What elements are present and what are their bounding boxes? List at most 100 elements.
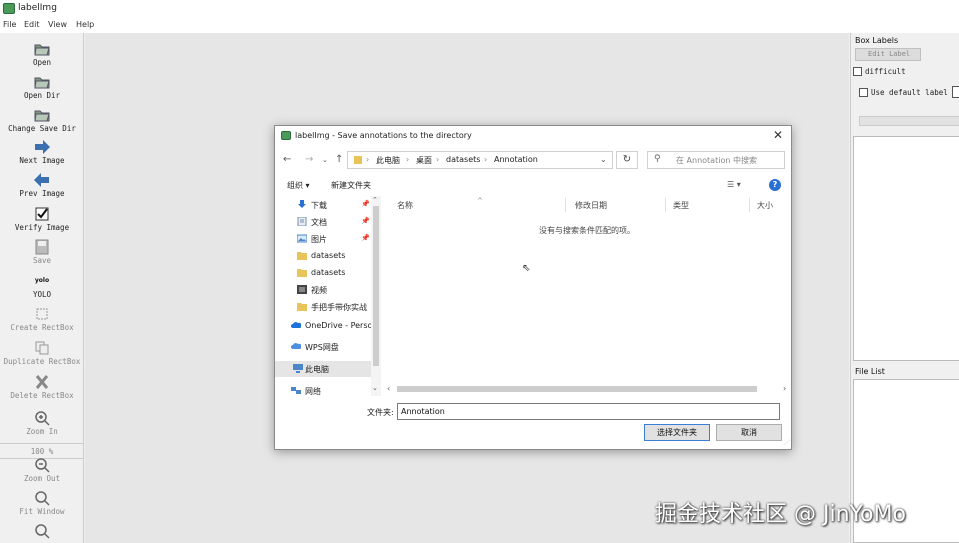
use-default-label-checkbox[interactable] (859, 88, 868, 97)
zoom-in-button[interactable]: Zoom In (0, 410, 84, 436)
fit-width-icon (35, 524, 50, 539)
breadcrumb-datasets[interactable]: datasets (446, 155, 480, 164)
scroll-right-icon[interactable]: › (783, 384, 786, 393)
dialog-titlebar: labelImg - Save annotations to the direc… (275, 126, 791, 146)
breadcrumb-this-pc[interactable]: 此电脑 (376, 155, 400, 166)
delete-rectbox-button[interactable]: Delete RectBox (0, 374, 84, 400)
yolo-button[interactable]: yolo YOLO (0, 273, 84, 299)
menu-help[interactable]: Help (76, 20, 94, 29)
zoom-out-button[interactable]: Zoom Out (0, 457, 84, 483)
yolo-icon: yolo (34, 277, 50, 284)
label-combo[interactable] (859, 116, 959, 126)
folder-open-icon (34, 77, 50, 89)
scroll-up-icon[interactable]: ⌃ (372, 196, 378, 204)
nav-scrollbar[interactable]: ⌃ ⌄ (371, 196, 381, 396)
organize-button[interactable]: 组织 ▾ (287, 180, 310, 191)
navigation-row: ← → ⌄ ↑ › 此电脑 › 桌面 › datasets › Annotati… (275, 148, 791, 172)
cancel-button[interactable]: 取消 (716, 424, 782, 441)
nav-item-downloads[interactable]: 下载 📌 (275, 197, 371, 213)
up-arrow-icon[interactable]: ↑ (335, 154, 343, 165)
column-size[interactable]: 大小 (757, 200, 773, 211)
scroll-down-icon[interactable]: ⌄ (372, 384, 378, 392)
zoom-out-icon (35, 458, 50, 473)
nav-item-hands-on[interactable]: 手把手带你实战 (275, 299, 371, 315)
fit-window-button[interactable]: Fit Window (0, 490, 84, 516)
fit-width-button[interactable] (0, 523, 84, 539)
open-dir-button[interactable]: Open Dir (0, 74, 84, 100)
nav-item-datasets-2[interactable]: datasets (275, 265, 371, 281)
nav-scrollbar-thumb[interactable] (373, 206, 379, 366)
save-button[interactable]: Save (0, 239, 84, 265)
next-image-label: Next Image (19, 156, 65, 165)
file-pane[interactable]: 名称 ^ 修改日期 类型 大小 没有与搜索条件匹配的项。 (385, 196, 790, 396)
address-bar[interactable]: › 此电脑 › 桌面 › datasets › Annotation ⌄ (347, 151, 613, 169)
edit-label-button[interactable]: Edit Label (855, 48, 921, 61)
nav-item-this-pc[interactable]: 此电脑 (275, 361, 371, 377)
column-modified[interactable]: 修改日期 (575, 200, 607, 211)
difficult-checkbox[interactable] (853, 67, 862, 76)
nav-item-datasets-1[interactable]: datasets (275, 248, 371, 264)
search-placeholder: 在 Annotation 中搜索 (676, 156, 757, 165)
nav-item-videos[interactable]: 视频 (275, 282, 371, 298)
menu-view[interactable]: View (48, 20, 67, 29)
resize-grip-icon[interactable]: ⋰ (784, 439, 790, 446)
nav-item-network[interactable]: 网络 (275, 383, 371, 399)
refresh-icon[interactable]: ↻ (616, 151, 638, 169)
prev-image-button[interactable]: Prev Image (0, 172, 84, 198)
dialog-title: labelImg - Save annotations to the direc… (295, 131, 472, 140)
help-icon[interactable]: ? (769, 179, 781, 191)
verify-image-label: Verify Image (14, 223, 70, 232)
scroll-left-icon[interactable]: ‹ (387, 384, 390, 393)
nav-label-datasets-1: datasets (311, 251, 346, 260)
nav-item-pictures[interactable]: 图片 📌 (275, 231, 371, 247)
verify-image-button[interactable]: Verify Image (0, 206, 84, 232)
navigation-pane: 下载 📌 文档 📌 图片 📌 datasets datasets 视频 手把手带… (275, 196, 382, 396)
file-hscrollbar[interactable]: ‹ › (385, 384, 793, 394)
close-icon[interactable]: ✕ (773, 128, 783, 142)
label-list[interactable] (853, 136, 959, 361)
open-button[interactable]: Open (0, 41, 84, 67)
folder-name-value: Annotation (401, 407, 445, 416)
use-default-label-text: Use default label (871, 88, 948, 97)
cloud-icon (291, 343, 301, 349)
next-image-button[interactable]: Next Image (0, 139, 84, 165)
delete-icon (35, 375, 49, 389)
rectbox-icon (36, 308, 48, 320)
change-save-dir-label: Change Save Dir (8, 124, 76, 133)
file-hscrollbar-thumb[interactable] (397, 386, 757, 392)
address-dropdown-icon[interactable]: ⌄ (600, 155, 607, 164)
new-folder-button[interactable]: 新建文件夹 (331, 180, 371, 191)
dialog-app-icon (281, 131, 291, 140)
change-save-dir-button[interactable]: Change Save Dir (0, 107, 84, 133)
column-name[interactable]: 名称 (397, 200, 413, 211)
folder-name-label: 文件夹: (367, 408, 394, 417)
breadcrumb-annotation[interactable]: Annotation (494, 155, 538, 164)
search-box[interactable]: ⚲ 在 Annotation 中搜索 (647, 151, 785, 169)
view-options-icon[interactable]: ☰ ▾ (727, 180, 741, 189)
menu-edit[interactable]: Edit (24, 20, 40, 29)
default-label-input[interactable] (952, 86, 959, 98)
menu-file[interactable]: File (3, 20, 16, 29)
nav-item-onedrive[interactable]: OneDrive - Perso (275, 318, 371, 334)
command-bar: 组织 ▾ 新建文件夹 ☰ ▾ ? (275, 174, 791, 196)
folder-name-input[interactable]: Annotation (397, 403, 780, 420)
create-rectbox-button[interactable]: Create RectBox (0, 306, 84, 332)
duplicate-rectbox-button[interactable]: Duplicate RectBox (0, 340, 84, 366)
recent-chevron-icon[interactable]: ⌄ (322, 156, 328, 164)
column-separator (565, 198, 566, 212)
select-folder-button[interactable]: 选择文件夹 (644, 424, 710, 441)
nav-label-hands-on: 手把手带你实战 (311, 303, 367, 312)
arrow-left-icon (34, 173, 49, 187)
picture-icon (297, 234, 307, 243)
nav-label-videos: 视频 (311, 286, 327, 295)
back-arrow-icon[interactable]: ← (283, 154, 291, 165)
breadcrumb-desktop[interactable]: 桌面 (416, 155, 432, 166)
box-labels-title: Box Labels (855, 36, 899, 45)
column-type[interactable]: 类型 (673, 200, 689, 211)
pin-icon: 📌 (361, 234, 370, 242)
forward-arrow-icon[interactable]: → (305, 154, 313, 165)
video-icon (297, 285, 307, 294)
nav-item-documents[interactable]: 文档 📌 (275, 214, 371, 230)
nav-item-wps[interactable]: WPS网盘 (275, 339, 371, 355)
folder-icon (297, 303, 307, 311)
